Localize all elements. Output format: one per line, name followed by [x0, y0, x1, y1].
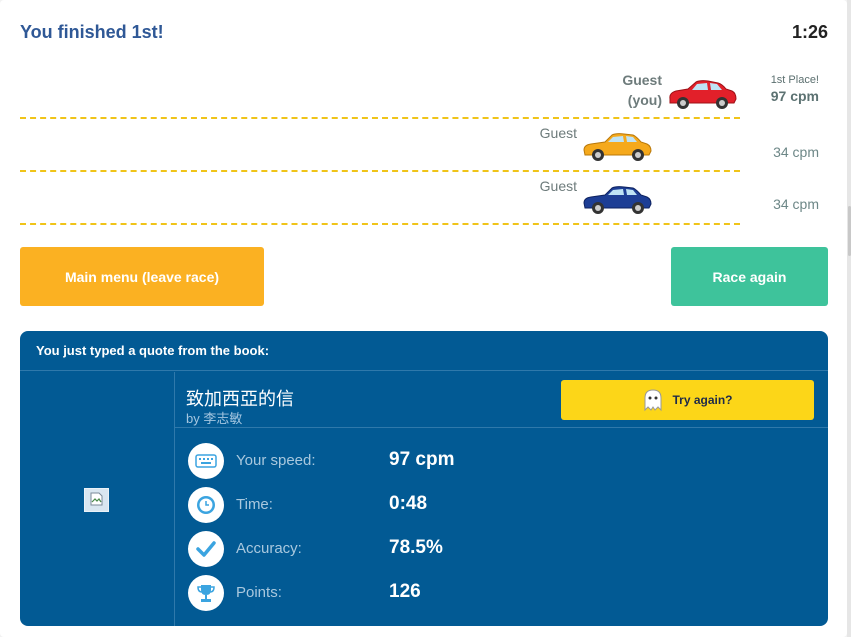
stat-label: Points: — [236, 584, 282, 601]
stat-value: 0:48 — [389, 493, 428, 514]
stat-value: 97 cpm — [389, 449, 455, 470]
stat-accuracy: Accuracy: 78.5% — [188, 530, 788, 568]
racer-speed: 34 cpm — [773, 196, 819, 212]
race-again-button[interactable]: Race again — [671, 247, 828, 306]
stat-label: Your speed: — [236, 452, 316, 469]
stat-time: Time: 0:48 — [188, 486, 788, 524]
book-cover-area — [20, 372, 175, 626]
ghost-icon — [644, 389, 662, 412]
stat-value: 78.5% — [389, 537, 443, 558]
stat-speed: Your speed: 97 cpm — [188, 442, 788, 480]
race-lane: Guest — [20, 119, 740, 172]
clock-icon — [188, 487, 224, 523]
racer-name-you: Guest (you) — [622, 72, 662, 108]
red-car-icon — [669, 80, 737, 109]
quote-panel: You just typed a quote from the book: 致加… — [20, 331, 828, 626]
racer-result-3: 34 cpm — [773, 196, 819, 212]
quote-header: You just typed a quote from the book: — [20, 331, 828, 371]
racer-speed: 97 cpm — [770, 88, 819, 104]
place-label: 1st Place! — [770, 74, 819, 86]
race-timer: 1:26 — [791, 22, 828, 42]
racer-name: Guest — [539, 178, 577, 194]
race-lane: Guest (you) — [20, 66, 740, 119]
book-info: 致加西亞的信 by 李志敏 Try again? — [175, 372, 828, 428]
try-again-label: Try again? — [672, 393, 733, 407]
stat-label: Accuracy: — [236, 540, 302, 557]
stat-label: Time: — [236, 496, 273, 513]
stat-points: Points: 126 — [188, 574, 788, 612]
trophy-icon — [188, 575, 224, 611]
racer-result-1: 1st Place! 97 cpm — [771, 74, 819, 104]
you-tag: (you) — [627, 92, 662, 108]
blue-car-icon — [583, 186, 652, 214]
stat-value: 126 — [389, 581, 421, 602]
racer-speed: 34 cpm — [773, 144, 819, 160]
broken-image-icon — [84, 488, 109, 512]
racer-name: Guest — [539, 125, 577, 141]
orange-car-icon — [583, 133, 652, 161]
keyboard-icon — [188, 443, 224, 479]
book-author: by 李志敏 — [186, 411, 243, 426]
race-lane: Guest — [20, 172, 740, 225]
main-menu-button[interactable]: Main menu (leave race) — [20, 247, 264, 306]
race-status-title: You finished 1st! — [20, 22, 164, 42]
scrollbar[interactable] — [847, 0, 851, 637]
racer-result-2: 34 cpm — [773, 144, 819, 160]
check-icon — [188, 531, 224, 567]
race-results-panel: You finished 1st! 1:26 Guest (you) 1st P… — [0, 0, 847, 637]
try-again-button[interactable]: Try again? — [561, 380, 814, 420]
